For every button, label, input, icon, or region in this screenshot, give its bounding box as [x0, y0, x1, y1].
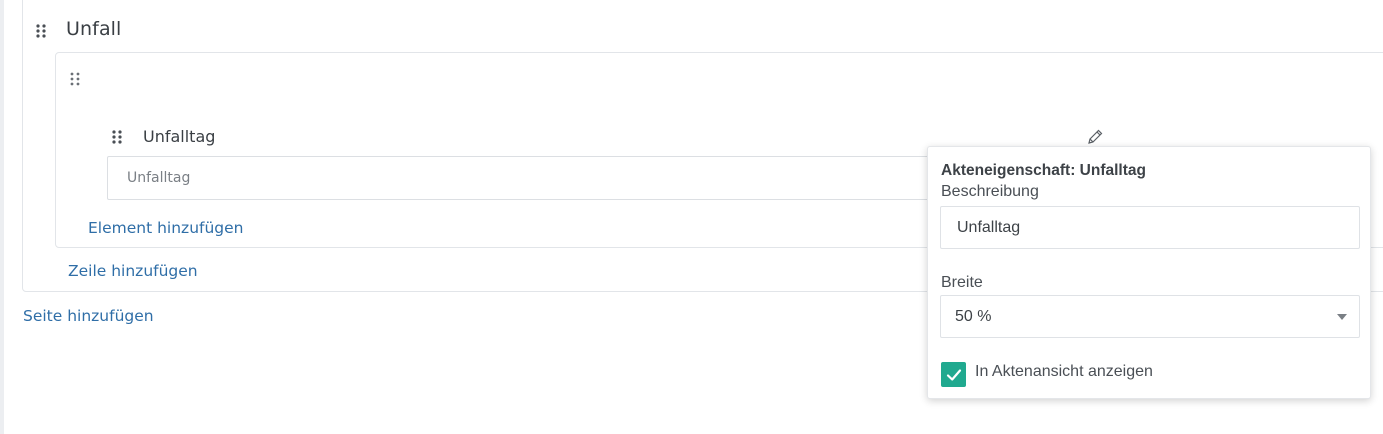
field-properties-popover: Akteneigenschaft: Unfalltag Beschreibung…: [927, 146, 1371, 399]
field-label: Unfalltag: [143, 127, 216, 146]
field-drag-handle-icon[interactable]: [112, 130, 122, 144]
width-select[interactable]: 50 %: [940, 295, 1360, 338]
show-in-view-label[interactable]: In Aktenansicht anzeigen: [975, 363, 1153, 381]
description-input[interactable]: Unfalltag: [940, 206, 1360, 249]
width-label: Breite: [941, 274, 983, 291]
description-label: Beschreibung: [941, 183, 1039, 200]
popover-title: Akteneigenschaft: Unfalltag: [941, 162, 1146, 179]
add-page-link[interactable]: Seite hinzufügen: [23, 307, 154, 325]
show-in-view-checkbox[interactable]: [941, 362, 966, 387]
add-row-link[interactable]: Zeile hinzufügen: [68, 262, 198, 280]
form-builder-page: Unfall Unfalltag Unfalltag Element hinzu…: [0, 0, 1383, 434]
chevron-down-icon: [1337, 314, 1347, 320]
pencil-icon[interactable]: [1086, 128, 1104, 146]
width-select-value: 50 %: [955, 307, 992, 325]
section-title: Unfall: [66, 18, 122, 40]
field-preview-input[interactable]: Unfalltag: [107, 156, 937, 200]
left-divider: [0, 0, 4, 434]
add-element-link[interactable]: Element hinzufügen: [88, 219, 244, 237]
section-drag-handle-icon[interactable]: [36, 24, 46, 38]
checkmark-icon: [946, 368, 961, 381]
row-drag-handle-icon[interactable]: [70, 72, 80, 86]
